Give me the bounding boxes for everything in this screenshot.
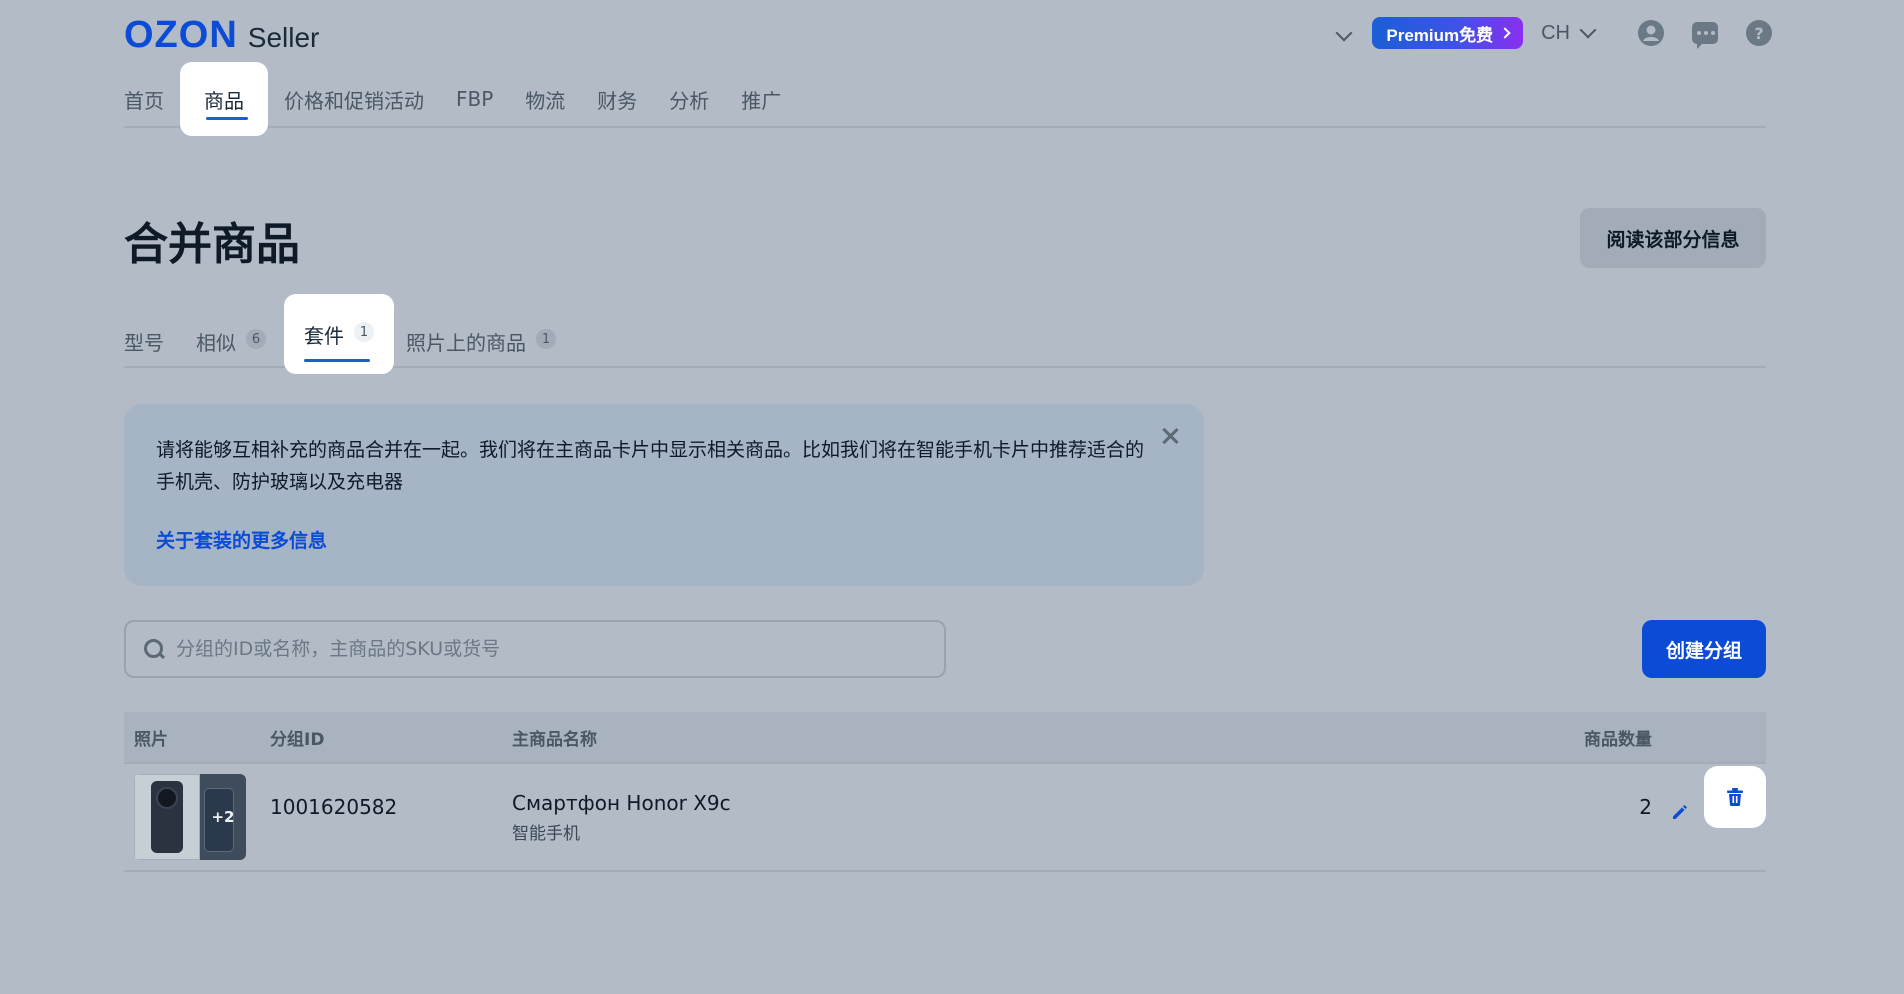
column-header-count: 商品数量 [1584,729,1652,750]
ozon-seller-logo[interactable]: OZON Seller [124,14,319,57]
product-thumbnails[interactable]: +2 [134,774,246,860]
language-label: CH [1541,21,1570,44]
close-icon[interactable] [1158,424,1182,448]
column-header-group-id: 分组ID [270,729,325,750]
chat-dots [1697,31,1715,35]
tab-count-badge: 1 [536,329,556,349]
trash-icon [1727,788,1743,806]
nav-item-promotion[interactable]: 推广 [725,72,797,126]
tab-label: 套件 [304,323,344,348]
tab-count-badge: 1 [354,322,374,342]
phone-camera [156,787,178,809]
user-icon[interactable] [1638,20,1664,46]
product-name: Смартфон Honor X9c [512,790,731,815]
tab-models[interactable]: 型号 [124,316,186,366]
chevron-down-icon [1579,21,1597,39]
info-banner: 请将能够互相补充的商品合并在一起。我们将在主商品卡片中显示相关商品。比如我们将在… [124,404,1204,586]
tab-label: 照片上的商品 [406,330,526,355]
header-actions: Premium免费 CH ? [1335,16,1772,50]
product-thumbnail [134,774,200,860]
product-category: 智能手机 [512,823,580,844]
nav-item-fbp[interactable]: FBP [440,72,509,126]
logo-brand: OZON [124,14,238,56]
nav-item-label: 价格和促销活动 [284,88,424,113]
nav-item-label: 首页 [124,88,164,113]
nav-item-label: 商品 [204,88,244,113]
chevron-right-icon [1499,27,1511,39]
product-count-cell: 2 [1639,795,1652,819]
nav-item-label: 分析 [669,88,710,113]
group-id-cell: 1001620582 [270,795,398,819]
main-navigation: 首页 商品 价格和促销活动 FBP 物流 财务 分析 推广 [124,62,1766,136]
create-group-button[interactable]: 创建分组 [1642,620,1766,678]
groups-table: 照片 分组ID 主商品名称 商品数量 +2 1001620582 Смартфо… [124,712,1766,872]
help-icon[interactable]: ? [1746,20,1772,46]
tab-bundles[interactable]: 套件 1 [284,294,394,374]
help-glyph: ? [1754,23,1764,43]
nav-item-logistics[interactable]: 物流 [509,72,581,126]
nav-item-finance[interactable]: 财务 [581,72,653,126]
read-section-info-button[interactable]: 阅读该部分信息 [1580,208,1766,268]
chevron-down-icon [1335,24,1353,41]
page: OZON Seller Premium免费 CH ? 首页 商品 价格和促销活动… [0,0,1904,994]
bundle-info-link[interactable]: 关于套装的更多信息 [156,526,327,553]
store-dropdown[interactable] [1335,24,1353,43]
banner-text: 请将能够互相补充的商品合并在一起。我们将在主商品卡片中显示相关商品。比如我们将在… [156,439,1145,493]
search-icon [144,639,164,659]
nav-item-prices[interactable]: 价格和促销活动 [268,72,440,126]
page-title: 合并商品 [124,219,300,270]
more-photos-thumbnail: +2 [200,774,246,860]
column-header-photo: 照片 [134,729,168,750]
edit-group-button[interactable] [1662,794,1698,830]
nav-item-home[interactable]: 首页 [124,72,180,126]
product-photo-cell: +2 [124,774,270,860]
main-product-cell: Смартфон Honor X9c 智能手机 [512,791,1562,844]
table-header: 照片 分组ID 主商品名称 商品数量 [124,712,1766,764]
language-selector[interactable]: CH [1541,21,1597,45]
column-header-main-product: 主商品名称 [512,729,597,750]
search-input[interactable] [176,638,896,660]
logo-product: Seller [247,22,320,53]
nav-item-label: FBP [456,87,494,111]
tab-photo-products[interactable]: 照片上的商品 1 [396,316,566,366]
table-row[interactable]: +2 1001620582 Смартфон Honor X9c 智能手机 2 [124,764,1766,872]
nav-item-products[interactable]: 商品 [180,62,268,136]
search-box[interactable] [124,620,946,678]
nav-item-analytics[interactable]: 分析 [653,72,725,126]
chat-icon[interactable] [1692,22,1718,49]
nav-item-label: 财务 [597,88,638,113]
nav-item-label: 推广 [741,88,782,113]
premium-button[interactable]: Premium免费 [1372,17,1524,49]
tab-similar[interactable]: 相似 6 [186,316,276,366]
tab-count-badge: 6 [246,329,266,349]
premium-label: Premium免费 [1386,25,1494,45]
merge-tabs: 型号 相似 6 套件 1 照片上的商品 1 [124,294,1766,374]
pencil-icon [1673,805,1687,819]
tab-label: 相似 [196,330,236,355]
delete-group-button[interactable] [1704,766,1766,828]
more-photos-count: +2 [211,808,235,826]
user-icon-glyph [1643,25,1659,41]
tab-label: 型号 [124,330,164,355]
nav-item-label: 物流 [525,88,566,113]
